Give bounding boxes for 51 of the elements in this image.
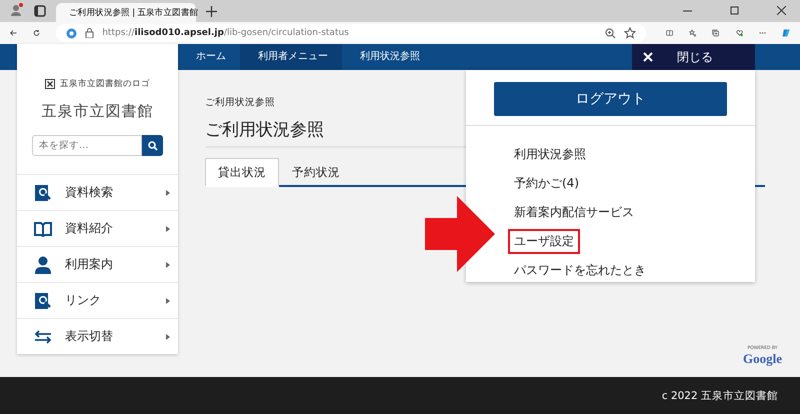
search-document-icon bbox=[33, 292, 53, 310]
user-menu-link[interactable]: 予約かご(4) bbox=[508, 171, 585, 196]
caret-icon bbox=[166, 226, 170, 232]
profile-icon[interactable] bbox=[10, 3, 24, 17]
sidebar-menu-item[interactable]: 資料検索 bbox=[17, 174, 178, 210]
search-icon bbox=[148, 140, 158, 150]
sidebar-menu-item[interactable]: リンク bbox=[17, 282, 178, 318]
star-icon[interactable] bbox=[624, 27, 636, 39]
logo-alt-text: 五泉市立図書館のロゴ bbox=[60, 78, 150, 90]
tab-actions-icon[interactable] bbox=[34, 5, 46, 17]
close-icon bbox=[643, 52, 653, 62]
search-button[interactable] bbox=[142, 135, 163, 156]
logout-button[interactable]: ログアウト bbox=[494, 82, 727, 116]
page-breadcrumb-title: ご利用状況参照 bbox=[205, 96, 275, 109]
user-menu-link[interactable]: 新着案内配信サービス bbox=[508, 200, 640, 225]
refresh-icon[interactable] bbox=[33, 27, 40, 39]
search-field[interactable]: 本を探す… bbox=[32, 135, 142, 156]
user-menu-link[interactable]: パスワードを忘れたとき bbox=[508, 258, 652, 283]
sidebar-menu-item[interactable]: 表示切替 bbox=[17, 318, 178, 354]
address-field[interactable]: https://ilisod010.apsel.jp/lib-gosen/circulation-status bbox=[56, 24, 646, 42]
broken-image-icon bbox=[45, 79, 55, 89]
caret-icon bbox=[166, 190, 170, 196]
zoom-icon[interactable] bbox=[605, 28, 616, 38]
copyright-text: c 2022 五泉市立図書館 bbox=[662, 388, 778, 402]
maximize-icon[interactable] bbox=[730, 6, 739, 15]
library-name: 五泉市立図書館 bbox=[40, 102, 154, 121]
breadcrumb-link[interactable]: ホーム bbox=[178, 44, 240, 70]
close-icon[interactable] bbox=[777, 6, 786, 15]
new-tab-icon[interactable] bbox=[206, 6, 217, 17]
breadcrumb-link[interactable]: 利用状況参照 bbox=[342, 44, 434, 70]
browser-logo-icon bbox=[66, 28, 78, 38]
browser-tab[interactable]: ご利用状況参照 | 五泉市立図書館 bbox=[56, 3, 196, 22]
caret-icon bbox=[166, 334, 170, 340]
more-icon[interactable] bbox=[758, 31, 766, 35]
sidebar-menu-item[interactable]: 利用案内 bbox=[17, 246, 178, 282]
breadcrumb-link[interactable]: 利用者メニュー bbox=[240, 44, 342, 70]
open-book-icon bbox=[33, 220, 53, 236]
search-document-icon bbox=[33, 184, 53, 202]
lock-icon[interactable] bbox=[85, 28, 94, 38]
swap-arrows-icon bbox=[33, 330, 53, 344]
user-menu-link[interactable]: ユーザ設定 bbox=[508, 229, 580, 254]
status-tab[interactable]: 貸出状況 bbox=[205, 158, 279, 187]
sidebar-menu-item[interactable]: 資料紹介 bbox=[17, 210, 178, 246]
close-menu-button[interactable]: 閉じる bbox=[632, 44, 755, 70]
person-icon bbox=[33, 256, 53, 274]
pointer-arrow-icon bbox=[425, 196, 495, 272]
collections-icon[interactable] bbox=[712, 27, 720, 39]
favorites-icon[interactable] bbox=[689, 27, 696, 39]
status-tab[interactable]: 予約状況 bbox=[279, 158, 353, 187]
caret-icon bbox=[166, 298, 170, 304]
caret-icon bbox=[166, 262, 170, 268]
